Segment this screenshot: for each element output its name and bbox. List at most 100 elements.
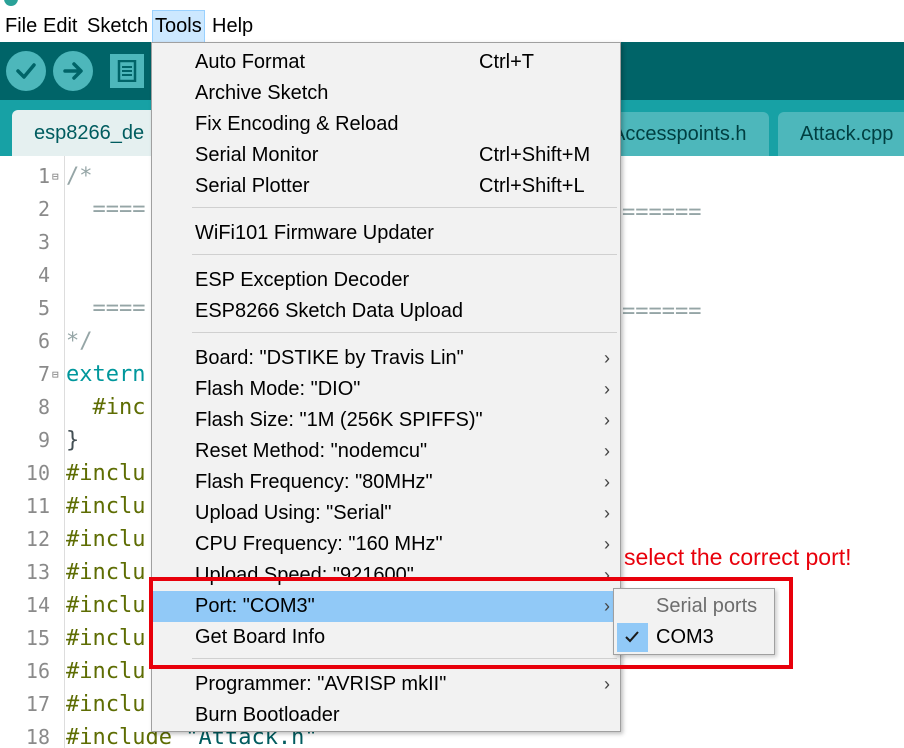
line-number: 7 <box>37 362 50 386</box>
menu-item-label: Flash Mode: "DIO" <box>195 378 361 400</box>
menu-item-label: Flash Size: "1M (256K SPIFFS)" <box>195 409 483 431</box>
tab-main-sketch[interactable]: esp8266_de <box>12 110 167 156</box>
menu-item-shortcut: Ctrl+Shift+L <box>479 175 585 197</box>
line-number: 4 <box>37 263 50 287</box>
code-token: /* <box>66 164 93 189</box>
menu-bar: File Edit Sketch Tools Help <box>0 10 904 44</box>
menu-item-auto-format[interactable]: Auto Format Ctrl+T <box>152 47 620 78</box>
chevron-right-icon: › <box>604 441 610 461</box>
chevron-right-icon: › <box>604 348 610 368</box>
line-number: 15 <box>25 626 50 650</box>
menu-item-label: CPU Frequency: "160 MHz" <box>195 533 443 555</box>
line-number: 3 <box>37 230 50 254</box>
menu-item-label: Archive Sketch <box>195 82 329 104</box>
menu-item-label: ESP Exception Decoder <box>195 269 410 291</box>
menu-item-burn-bootloader[interactable]: Burn Bootloader <box>152 700 620 731</box>
line-number: 11 <box>25 494 50 518</box>
menu-sketch[interactable]: Sketch <box>85 10 150 42</box>
menu-item-board[interactable]: Board: "DSTIKE by Travis Lin" › <box>152 343 620 374</box>
menu-item-wifi101-firmware-updater[interactable]: WiFi101 Firmware Updater <box>152 218 620 249</box>
menu-item-serial-plotter[interactable]: Serial Plotter Ctrl+Shift+L <box>152 171 620 202</box>
menu-item-shortcut: Ctrl+T <box>479 51 534 73</box>
upload-button[interactable] <box>53 51 93 91</box>
tab-attack[interactable]: Attack.cpp <box>778 112 904 156</box>
line-number: 1 <box>37 164 50 188</box>
menu-item-shortcut: Ctrl+Shift+M <box>479 144 591 166</box>
code-token: #inclu <box>66 593 146 618</box>
chevron-right-icon: › <box>604 379 610 399</box>
code-line: #inclu <box>66 523 145 556</box>
line-number: 17 <box>25 692 50 716</box>
annotation-highlight-box <box>149 577 793 669</box>
menu-item-esp-exception-decoder[interactable]: ESP Exception Decoder <box>152 265 620 296</box>
gutter-divider <box>64 156 65 748</box>
code-token: #inclu <box>66 527 146 552</box>
menu-separator <box>192 332 617 333</box>
menu-separator <box>192 254 617 255</box>
menu-item-flash-size[interactable]: Flash Size: "1M (256K SPIFFS)" › <box>152 405 620 436</box>
code-token: ==== <box>66 296 146 321</box>
checkmark-icon <box>16 63 36 79</box>
menu-item-programmer[interactable]: Programmer: "AVRISP mkII" › <box>152 669 620 700</box>
line-number: 14 <box>25 593 50 617</box>
menu-item-reset-method[interactable]: Reset Method: "nodemcu" › <box>152 436 620 467</box>
menu-item-label: WiFi101 Firmware Updater <box>195 222 434 244</box>
chevron-right-icon: › <box>604 674 610 694</box>
document-icon <box>117 60 137 82</box>
code-token: #inclu <box>66 692 146 717</box>
menu-edit[interactable]: Edit <box>41 10 79 42</box>
menu-item-cpu-frequency[interactable]: CPU Frequency: "160 MHz" › <box>152 529 620 560</box>
code-fragment-right: ====== <box>622 299 702 324</box>
window-title-bar <box>0 0 904 8</box>
menu-item-serial-monitor[interactable]: Serial Monitor Ctrl+Shift+M <box>152 140 620 171</box>
code-line: #inclu <box>66 688 145 721</box>
line-number: 12 <box>25 527 50 551</box>
menu-item-flash-mode[interactable]: Flash Mode: "DIO" › <box>152 374 620 405</box>
verify-button[interactable] <box>6 51 46 91</box>
code-token: extern <box>66 362 146 387</box>
menu-item-esp8266-sketch-data-upload[interactable]: ESP8266 Sketch Data Upload <box>152 296 620 327</box>
code-token: ==== <box>66 197 146 222</box>
menu-help[interactable]: Help <box>210 10 255 42</box>
menu-item-label: Board: "DSTIKE by Travis Lin" <box>195 347 464 369</box>
line-number: 13 <box>25 560 50 584</box>
menu-item-label: Burn Bootloader <box>195 704 340 726</box>
line-number: 16 <box>25 659 50 683</box>
arrow-right-icon <box>63 62 83 80</box>
menu-item-label: Reset Method: "nodemcu" <box>195 440 428 462</box>
code-line: #inclu <box>66 457 145 490</box>
menu-tools[interactable]: Tools <box>152 10 205 44</box>
menu-item-label: Fix Encoding & Reload <box>195 113 399 135</box>
menu-item-label: Serial Plotter <box>195 175 310 197</box>
menu-file[interactable]: File <box>3 10 39 42</box>
fold-toggle-icon[interactable]: ⊟ <box>52 170 59 183</box>
code-token: #inc <box>66 395 146 420</box>
line-number: 6 <box>37 329 50 353</box>
menu-item-label: Programmer: "AVRISP mkII" <box>195 673 447 695</box>
menu-item-flash-frequency[interactable]: Flash Frequency: "80MHz" › <box>152 467 620 498</box>
code-line: } <box>66 424 79 457</box>
code-token: #inclu <box>66 659 146 684</box>
code-fragment-right: ====== <box>622 200 702 225</box>
menu-item-archive-sketch[interactable]: Archive Sketch <box>152 78 620 109</box>
code-token: } <box>66 428 80 453</box>
menu-item-upload-using[interactable]: Upload Using: "Serial" › <box>152 498 620 529</box>
line-number: 18 <box>25 725 50 748</box>
code-line: extern <box>66 358 145 391</box>
line-number: 5 <box>37 296 50 320</box>
chevron-right-icon: › <box>604 410 610 430</box>
menu-item-label: Upload Using: "Serial" <box>195 502 392 524</box>
code-line: */ <box>66 325 93 358</box>
chevron-right-icon: › <box>604 472 610 492</box>
code-token: #inclu <box>66 626 146 651</box>
code-line: #inclu <box>66 589 145 622</box>
code-token: #inclu <box>66 560 146 585</box>
code-line: #inclu <box>66 655 145 688</box>
new-sketch-button[interactable] <box>110 54 144 88</box>
code-line: ==== <box>66 292 145 325</box>
menu-item-fix-encoding-reload[interactable]: Fix Encoding & Reload <box>152 109 620 140</box>
line-number: 8 <box>37 395 50 419</box>
chevron-right-icon: › <box>604 534 610 554</box>
arduino-logo-icon <box>4 0 18 6</box>
fold-toggle-icon[interactable]: ⊟ <box>52 368 59 381</box>
